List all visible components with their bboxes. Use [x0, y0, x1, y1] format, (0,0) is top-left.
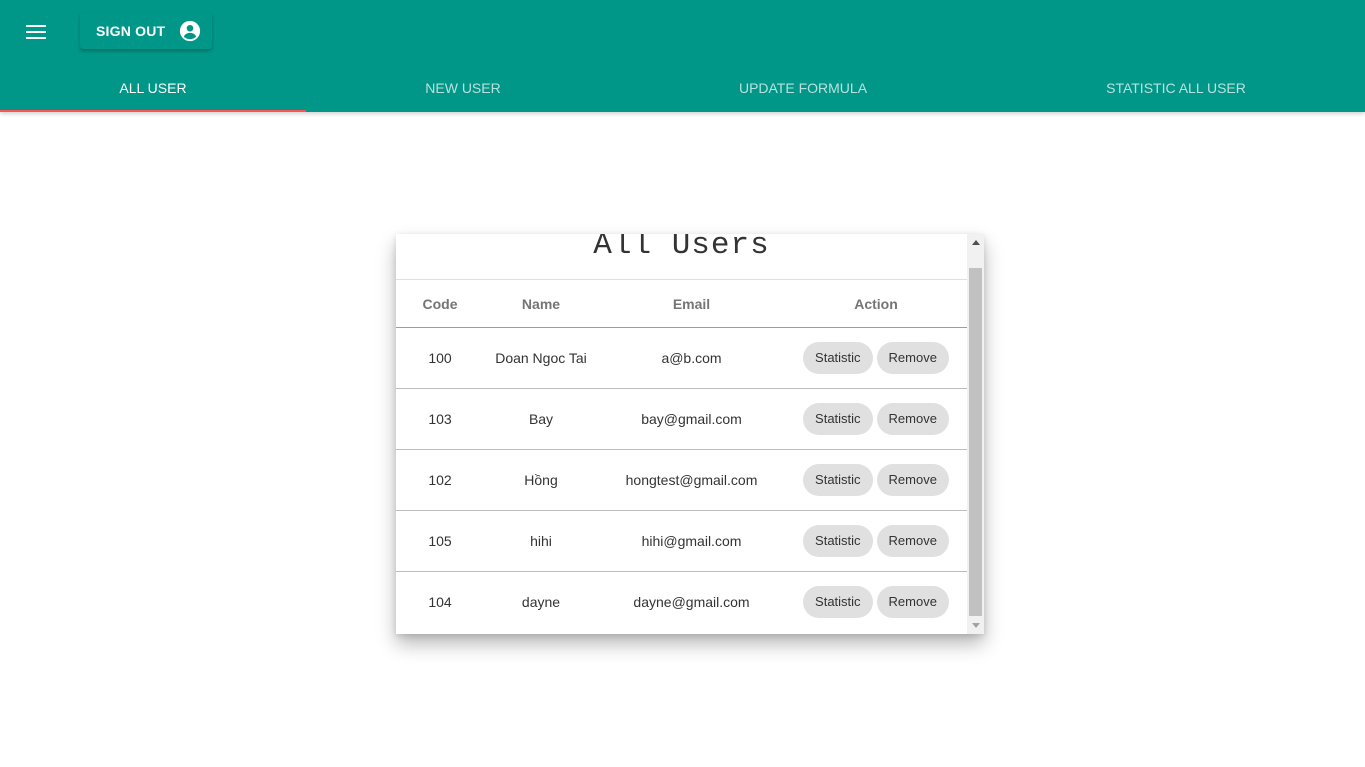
vertical-scrollbar[interactable] — [967, 234, 984, 634]
tab-bar: ALL USER NEW USER UPDATE FORMULA STATIST… — [0, 64, 1365, 112]
tab-statistic-all-user[interactable]: STATISTIC ALL USER — [986, 64, 1365, 112]
remove-button[interactable]: Remove — [876, 586, 949, 618]
users-card-content: All Users Code Name Email Action 100 Doa… — [396, 234, 967, 634]
cell-name: Doan Ngoc Tai — [484, 327, 598, 389]
cell-name: dayne — [521, 594, 561, 610]
cell-code: 104 — [428, 594, 452, 610]
cell-email: dayne@gmail.com — [633, 594, 750, 610]
tab-label: STATISTIC ALL USER — [1106, 80, 1246, 96]
column-header-name: Name — [484, 280, 598, 328]
statistic-button[interactable]: Statistic — [803, 586, 873, 618]
tab-new-user[interactable]: NEW USER — [306, 64, 620, 112]
cell-email: bay@gmail.com — [598, 388, 785, 450]
tab-label: ALL USER — [119, 80, 187, 96]
remove-button[interactable]: Remove — [876, 525, 949, 557]
active-tab-indicator — [0, 110, 306, 112]
scrollbar-thumb[interactable] — [969, 268, 982, 616]
cell-code: 100 — [396, 327, 484, 389]
cell-email: hongtest@gmail.com — [598, 449, 785, 511]
cell-name: Hồng — [484, 449, 598, 511]
cell-action: Statistic Remove — [785, 327, 967, 389]
scroll-up-arrow-icon[interactable] — [967, 234, 984, 251]
cell-email: hihi@gmail.com — [598, 510, 785, 572]
statistic-button[interactable]: Statistic — [803, 403, 873, 435]
cell-action: Statistic Remove — [785, 449, 967, 511]
sign-out-button[interactable]: SIGN OUT — [80, 13, 212, 49]
cell-email: a@b.com — [598, 327, 785, 389]
table-row: 100 Doan Ngoc Tai a@b.com Statistic Remov… — [396, 327, 967, 389]
cell-action: Statistic Remove — [785, 388, 967, 450]
users-table: Code Name Email Action 100 Doan Ngoc Tai… — [396, 280, 967, 632]
card-title: All Users — [396, 234, 967, 280]
table-row: 103 Bay bay@gmail.com Statistic Remove — [396, 388, 967, 450]
cell-name: Bay — [484, 388, 598, 450]
remove-button[interactable]: Remove — [876, 342, 949, 374]
statistic-button[interactable]: Statistic — [803, 525, 873, 557]
cell-action: Statistic Remove — [785, 572, 967, 633]
cell-code: 103 — [396, 388, 484, 450]
cell-code: 105 — [396, 510, 484, 572]
table-row: 104 dayne dayne@gmail.com Statistic Remov… — [396, 572, 967, 633]
account-circle-icon — [180, 20, 201, 42]
table-row: 105 hihi hihi@gmail.com Statistic Remove — [396, 510, 967, 572]
app-bar: SIGN OUT ALL USER NEW USER UPDATE FORMUL… — [0, 0, 1365, 112]
menu-button[interactable] — [20, 16, 52, 48]
column-header-action: Action — [785, 280, 967, 328]
tab-update-formula[interactable]: UPDATE FORMULA — [620, 64, 986, 112]
tab-all-user[interactable]: ALL USER — [0, 64, 306, 112]
statistic-button[interactable]: Statistic — [803, 342, 873, 374]
table-header-row: Code Name Email Action — [396, 280, 967, 328]
sign-out-label: SIGN OUT — [96, 23, 166, 39]
users-card: All Users Code Name Email Action 100 Doa… — [396, 234, 984, 634]
menu-icon — [26, 25, 46, 39]
tab-label: UPDATE FORMULA — [738, 80, 868, 96]
cell-name: hihi — [484, 510, 598, 572]
scroll-down-arrow-icon[interactable] — [967, 617, 984, 634]
cell-code: 102 — [396, 449, 484, 511]
table-row: 102 Hồng hongtest@gmail.com Statistic Rem… — [396, 449, 967, 511]
column-header-code: Code — [396, 280, 484, 328]
remove-button[interactable]: Remove — [876, 464, 949, 496]
tab-label: NEW USER — [425, 80, 501, 96]
remove-button[interactable]: Remove — [876, 403, 949, 435]
statistic-button[interactable]: Statistic — [803, 464, 873, 496]
cell-action: Statistic Remove — [785, 510, 967, 572]
card-title-text: All Users — [593, 234, 770, 263]
column-header-email: Email — [598, 280, 785, 328]
